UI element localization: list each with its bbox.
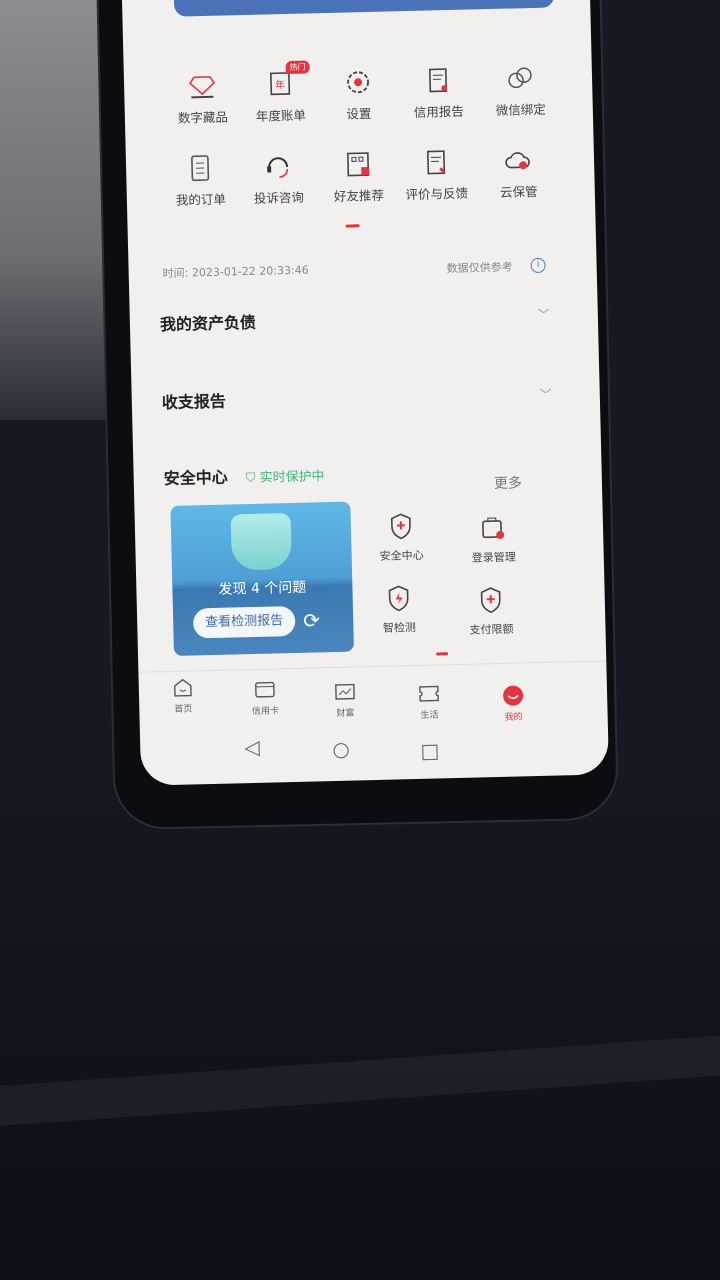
profile-smile-icon <box>503 685 524 706</box>
security-scan-card[interactable]: 发现 4 个问题 查看检测报告 ⟳ <box>170 501 354 656</box>
shortcut-label: 云保管 <box>499 183 538 200</box>
svg-text:年: 年 <box>275 78 285 91</box>
security-item-label: 登录管理 <box>471 550 516 565</box>
shield-lightning-icon <box>388 585 409 612</box>
shortcut-complaints[interactable]: 投诉咨询 <box>238 150 319 207</box>
info-icon[interactable]: i <box>530 257 546 274</box>
assets-section[interactable]: 我的资产负债 ﹀ <box>160 302 550 336</box>
top-banner[interactable] <box>173 0 555 17</box>
shortcut-annual-bill[interactable]: 年 热门 年度账单 <box>240 60 321 125</box>
income-title: 收支报告 <box>161 391 227 413</box>
shortcut-label: 投诉咨询 <box>253 189 305 206</box>
chart-icon <box>335 683 355 700</box>
diamond-icon <box>189 76 216 99</box>
shortcut-my-orders[interactable]: 我的订单 <box>160 152 241 209</box>
income-section[interactable]: 收支报告 ﹀ <box>162 380 552 414</box>
tab-label: 财富 <box>336 708 355 719</box>
shield-check-icon: ⛉ <box>245 470 260 487</box>
chevron-down-icon: ﹀ <box>537 307 550 322</box>
shortcut-label: 数字藏品 <box>177 109 229 126</box>
ticket-icon <box>419 685 439 702</box>
home-icon <box>174 678 192 697</box>
cloud-icon <box>505 152 530 170</box>
gear-icon <box>347 71 369 94</box>
feedback-icon <box>426 150 446 175</box>
disclaimer: 数据仅供参考 <box>446 260 513 276</box>
background-cloth <box>0 780 720 1280</box>
credit-card-icon <box>255 681 275 698</box>
security-item-label: 智检测 <box>382 621 417 635</box>
security-title: 安全中心 <box>163 467 228 489</box>
tab-label: 生活 <box>420 710 439 721</box>
tab-label: 信用卡 <box>251 706 280 718</box>
shortcut-label: 设置 <box>346 105 372 122</box>
security-item-label: 支付限额 <box>469 622 514 637</box>
shortcut-credit-report[interactable]: 信用报告 <box>398 64 479 121</box>
shortcut-settings[interactable]: 设置 <box>318 66 399 123</box>
shield-plus-icon <box>480 587 501 614</box>
refresh-icon[interactable]: ⟳ <box>303 608 320 632</box>
tab-label: 首页 <box>174 704 193 715</box>
shortcut-label: 我的订单 <box>175 191 227 208</box>
more-link[interactable]: 更多 <box>494 472 522 493</box>
tab-home[interactable]: 首页 <box>153 676 214 715</box>
security-item-smart-scan[interactable]: 智检测 <box>358 582 439 636</box>
order-list-icon <box>191 155 210 182</box>
timestamp: 时间: 2023-01-22 20:33:46 <box>162 263 309 281</box>
tab-credit-card[interactable]: 信用卡 <box>235 678 296 717</box>
shield-cube-graphic <box>230 513 292 571</box>
login-lock-icon <box>482 517 505 539</box>
tab-bar-divider <box>138 660 607 673</box>
shortcut-cloud-storage[interactable]: 云保管 <box>478 144 559 201</box>
tab-label: 我的 <box>504 712 523 723</box>
shortcut-label: 好友推荐 <box>333 187 385 204</box>
headset-icon <box>267 157 289 178</box>
shortcut-label: 评价与反馈 <box>405 185 469 203</box>
security-item-label: 安全中心 <box>379 548 424 563</box>
shortcut-digital-collectibles[interactable]: 数字藏品 <box>162 70 243 127</box>
shield-plus-icon <box>390 513 411 540</box>
shortcut-label: 信用报告 <box>413 103 465 120</box>
phone-screen: 数字藏品 年 热门 年度账单 设置 信用报告 微信绑定 我的订单 投诉咨询 好友… <box>122 0 610 786</box>
page-indicator <box>436 652 449 656</box>
recents-button[interactable]: □ <box>420 738 439 762</box>
shortcut-feedback[interactable]: 评价与反馈 <box>396 146 477 203</box>
tab-wealth[interactable]: 财富 <box>315 680 376 719</box>
home-button[interactable]: ○ <box>332 737 350 761</box>
back-button[interactable]: ◁ <box>244 735 260 759</box>
shortcut-label: 微信绑定 <box>495 101 546 118</box>
issues-count: 发现 4 个问题 <box>218 579 307 598</box>
security-item-payment-limit[interactable]: 支付限额 <box>450 584 531 638</box>
security-item-login[interactable]: 登录管理 <box>453 512 534 566</box>
shortcut-label: 年度账单 <box>255 107 307 124</box>
assets-title: 我的资产负债 <box>159 312 257 335</box>
tab-mine[interactable]: 我的 <box>483 684 544 723</box>
page-indicator <box>345 224 360 228</box>
status-text: 实时保护中 <box>259 469 325 486</box>
view-report-button[interactable]: 查看检测报告 <box>192 605 296 639</box>
credit-report-icon <box>428 68 448 93</box>
protection-status: ⛉ 实时保护中 <box>245 465 325 487</box>
tab-life[interactable]: 生活 <box>399 682 460 721</box>
chevron-down-icon: ﹀ <box>539 387 552 402</box>
chat-bubbles-icon <box>508 67 532 89</box>
shortcut-wechat-binding[interactable]: 微信绑定 <box>480 62 561 119</box>
qr-thumbs-up-icon <box>346 152 370 177</box>
shortcut-friend-referral[interactable]: 好友推荐 <box>318 148 399 205</box>
security-item-center[interactable]: 安全中心 <box>361 510 442 564</box>
hot-badge: 热门 <box>285 60 310 75</box>
